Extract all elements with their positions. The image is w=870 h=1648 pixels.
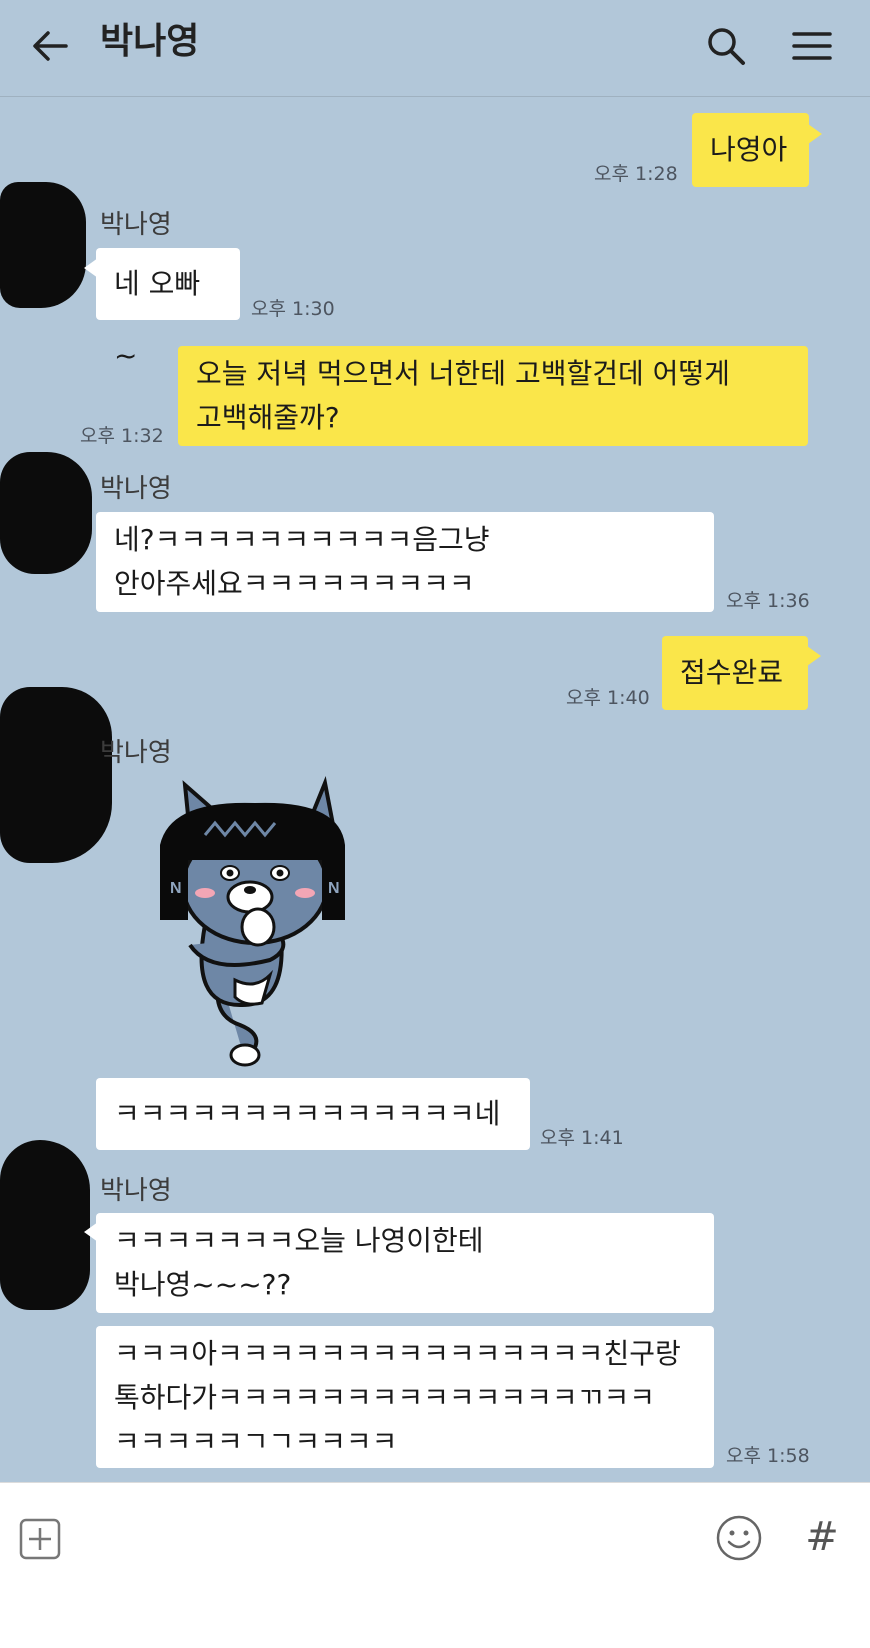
incoming-message-bubble[interactable]: 네?ㅋㅋㅋㅋㅋㅋㅋㅋㅋㅋ음그냥 안아주세요ㅋㅋㅋㅋㅋㅋㅋㅋㅋ [96,512,714,612]
message-time: 오후 1:40 [566,687,650,709]
arrow-left-icon [33,31,68,61]
incoming-message-bubble[interactable]: ㅋㅋㅋ아ㅋㅋㅋㅋㅋㅋㅋㅋㅋㅋㅋㅋㅋㅋㅋ친구랑 톡하다가ㅋㅋㅋㅋㅋㅋㅋㅋㅋㅋㅋㅋㅋ… [96,1326,714,1468]
menu-button[interactable] [788,22,836,70]
sender-name: 박나영 [100,1176,172,1206]
outgoing-message-bubble[interactable]: 오늘 저녁 먹으면서 너한테 고백할건데 어떻게 고백해줄까? [178,346,808,446]
smiley-icon [716,1515,762,1561]
plus-box-icon [19,1518,61,1560]
incoming-message-bubble[interactable]: ㅋㅋㅋㅋㅋㅋㅋ오늘 나영이한테 박나영~~~?? [96,1213,714,1313]
menu-icon [792,32,832,60]
hash-button[interactable]: # [800,1512,844,1562]
avatar[interactable] [0,452,92,574]
message-time: 오후 1:36 [726,590,810,612]
sender-name: 박나영 [100,474,172,504]
chat-title: 박나영 [100,21,200,62]
emoji-button[interactable] [714,1513,764,1563]
message-time: 오후 1:58 [726,1445,810,1467]
message-input-bar[interactable] [0,1482,870,1648]
sender-name: 박나영 [100,210,172,240]
outgoing-message-bubble[interactable]: 접수완료 [662,636,808,710]
incoming-message-bubble[interactable]: 네 오빠~ [96,248,240,372]
message-time: 오후 1:41 [540,1127,624,1149]
search-icon [708,28,745,65]
incoming-message-bubble[interactable]: ㅋㅋㅋㅋㅋㅋㅋㅋㅋㅋㅋㅋㅋㅋ네 [96,1078,530,1150]
svg-text:N: N [328,880,340,897]
crying-cat-sticker[interactable]: N N [150,775,360,1070]
chat-header: 박나영 [0,0,870,97]
bubble-tail [808,124,822,144]
bubble-tail [807,646,821,666]
avatar[interactable] [0,687,112,863]
search-button[interactable] [702,22,750,70]
message-time: 오후 1:28 [594,163,678,185]
attach-button[interactable] [18,1517,62,1561]
back-button[interactable] [28,24,72,68]
outgoing-message-bubble[interactable]: 나영아 [692,113,809,187]
message-time: 오후 1:30 [251,298,335,320]
avatar[interactable] [0,1140,90,1310]
avatar[interactable] [0,182,86,308]
sender-name: 박나영 [100,738,172,768]
message-time: 오후 1:32 [80,425,164,447]
svg-text:N: N [170,880,182,897]
